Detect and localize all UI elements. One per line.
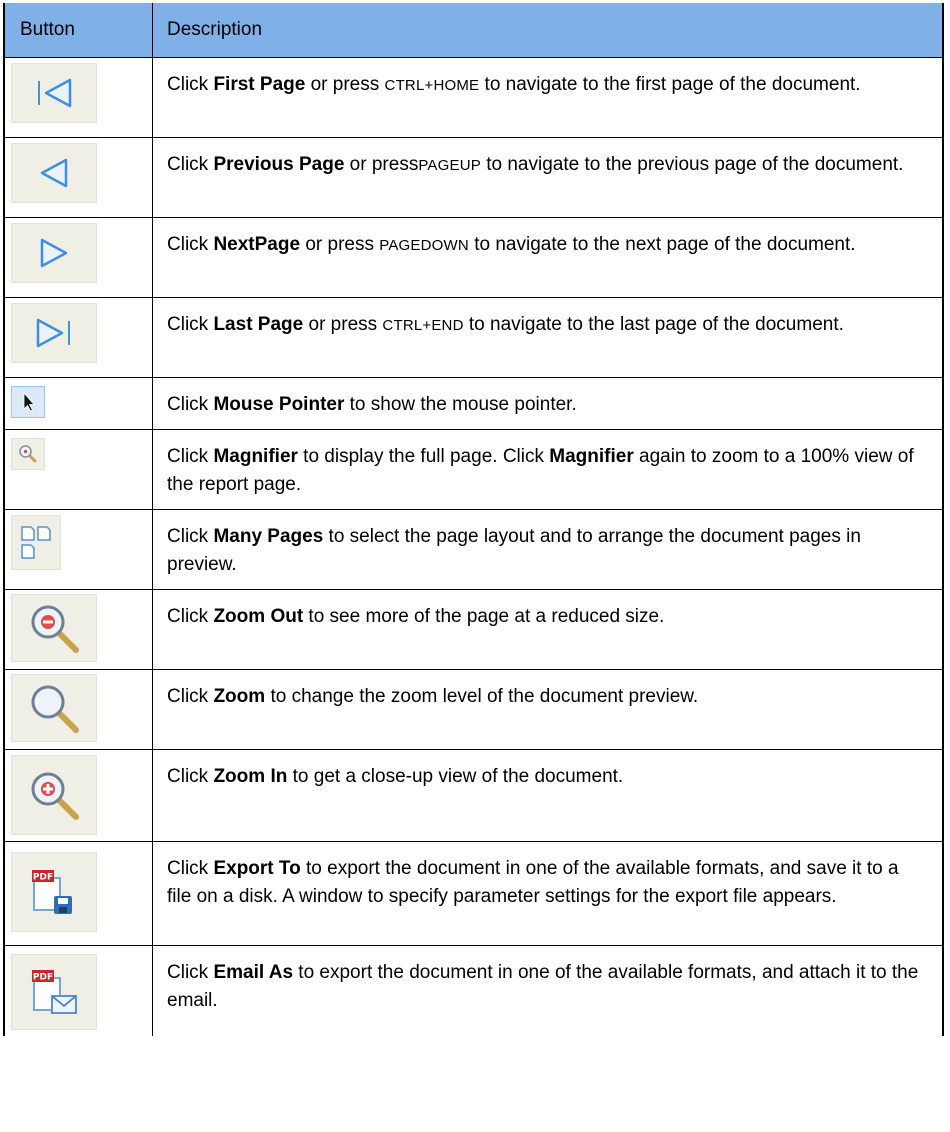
description: Click First Page or press CTRL+HOME to n… xyxy=(167,74,861,95)
pdf-badge-label: PDF xyxy=(33,873,53,883)
description: Click Last Page or press CTRL+END to nav… xyxy=(167,314,844,335)
table-row: Click Zoom In to get a close-up view of … xyxy=(5,750,942,842)
pdf-badge-label: PDF xyxy=(33,973,53,983)
description: Click Many Pages to select the page layo… xyxy=(167,526,861,575)
export-to-icon: PDF xyxy=(11,852,97,932)
magnifier-icon xyxy=(11,438,45,470)
description: Click Zoom to change the zoom level of t… xyxy=(167,686,699,707)
description: Click Mouse Pointer to show the mouse po… xyxy=(167,394,577,415)
header-button: Button xyxy=(5,3,153,57)
table-row: Click NextPage or press PAGEDOWN to navi… xyxy=(5,218,942,298)
table-row: Click Zoom to change the zoom level of t… xyxy=(5,670,942,750)
previous-page-icon xyxy=(11,143,97,203)
header-description: Description xyxy=(167,19,263,40)
table-row: Click First Page or press CTRL+HOME to n… xyxy=(5,58,942,138)
description: Click Zoom Out to see more of the page a… xyxy=(167,606,665,627)
description: Click Export To to export the document i… xyxy=(167,858,899,907)
description: Click Email As to export the document in… xyxy=(167,962,919,1011)
next-page-icon xyxy=(11,223,97,283)
last-page-icon xyxy=(11,303,97,363)
description: Click Magnifier to display the full page… xyxy=(167,446,914,495)
many-pages-icon xyxy=(11,515,61,570)
table-row: PDF Click Email As to export the documen… xyxy=(5,946,942,1036)
zoom-icon xyxy=(11,674,97,742)
description: Click NextPage or press PAGEDOWN to navi… xyxy=(167,234,856,255)
mouse-pointer-icon xyxy=(11,386,45,418)
table-row: Click Zoom Out to see more of the page a… xyxy=(5,590,942,670)
description: Click Zoom In to get a close-up view of … xyxy=(167,766,624,787)
zoom-out-icon xyxy=(11,594,97,662)
zoom-in-icon xyxy=(11,755,97,835)
table-header: Button Description xyxy=(5,3,942,58)
first-page-icon xyxy=(11,63,97,123)
table-row: Click Magnifier to display the full page… xyxy=(5,430,942,510)
table-row: PDF Click Export To to export the docume… xyxy=(5,842,942,946)
table-row: Click Previous Page or pressPAGEUP to na… xyxy=(5,138,942,218)
buttons-table: Button Description Click First Page or p… xyxy=(3,3,944,1036)
description: Click Previous Page or pressPAGEUP to na… xyxy=(167,154,904,175)
email-as-icon: PDF xyxy=(11,954,97,1030)
table-row: Click Last Page or press CTRL+END to nav… xyxy=(5,298,942,378)
table-row: Click Many Pages to select the page layo… xyxy=(5,510,942,590)
table-row: Click Mouse Pointer to show the mouse po… xyxy=(5,378,942,430)
